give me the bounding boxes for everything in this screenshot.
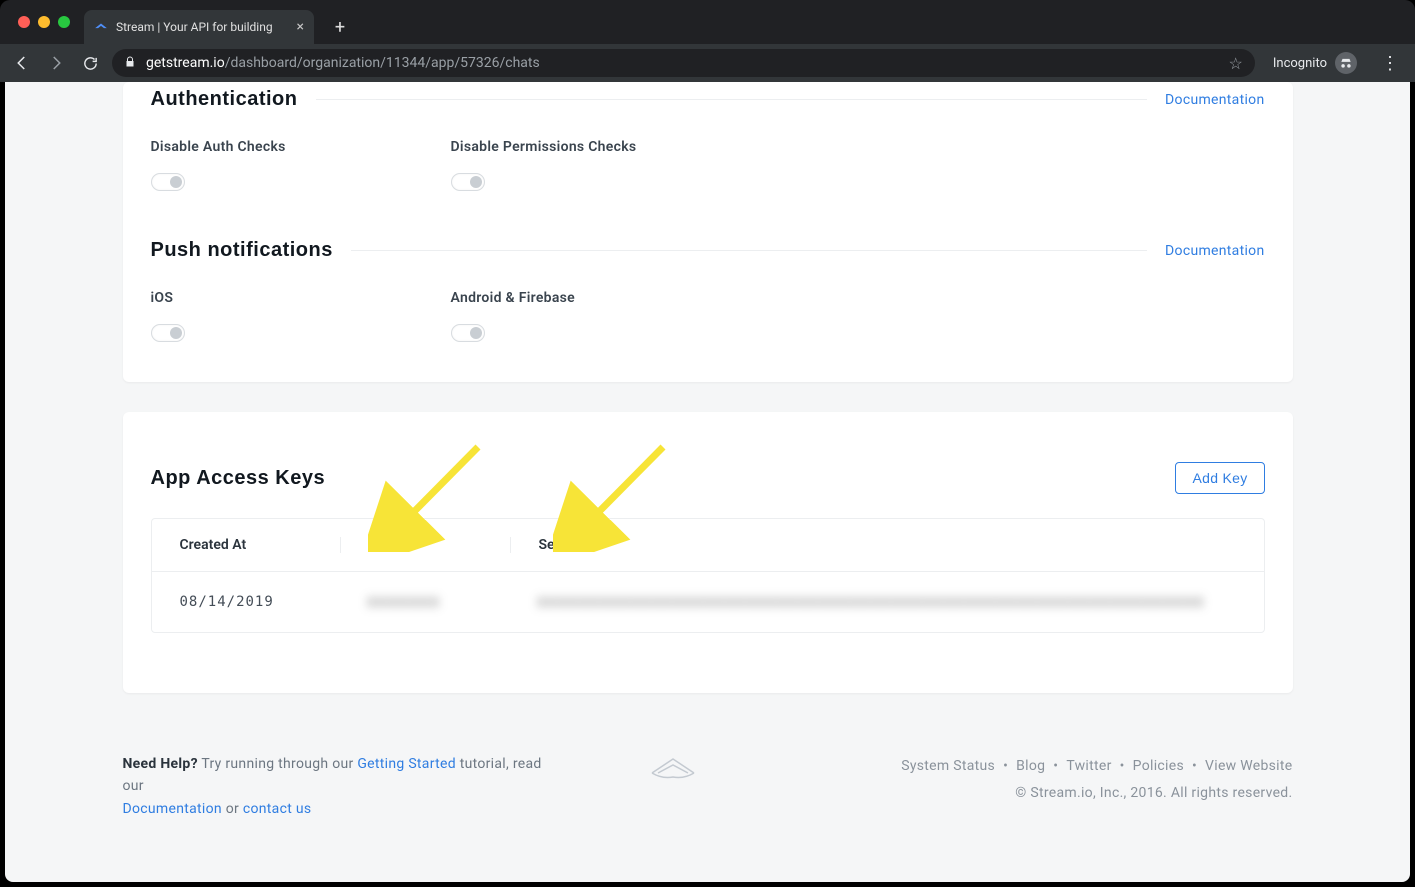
maximize-window-icon[interactable] (58, 16, 70, 28)
need-help-label: Need Help? (123, 756, 198, 772)
minimize-window-icon[interactable] (38, 16, 50, 28)
disable-auth-checks-label: Disable Auth Checks (151, 139, 451, 155)
browser-tab[interactable]: Stream | Your API for building × (84, 10, 314, 44)
push-section-header: Push notifications Documentation (151, 239, 1265, 262)
stream-favicon-icon (94, 20, 108, 34)
back-button[interactable] (10, 51, 34, 75)
keys-table: Created At Key Secret 08/14/2019 xxxxxxx… (151, 518, 1265, 633)
new-tab-button[interactable]: + (326, 13, 354, 41)
close-window-icon[interactable] (18, 16, 30, 28)
disable-auth-checks-toggle[interactable] (151, 173, 185, 191)
close-tab-icon[interactable]: × (297, 19, 304, 35)
created-at-header: Created At (180, 537, 340, 553)
bookmark-star-icon[interactable]: ☆ (1229, 54, 1243, 73)
secret-cell: xxxxxxxxxxxxxxxxxxxxxxxxxxxxxxxxxxxxxxxx… (510, 594, 1236, 610)
reload-button[interactable] (78, 51, 102, 75)
forward-button[interactable] (44, 51, 68, 75)
lock-icon (124, 56, 136, 71)
tab-title: Stream | Your API for building (116, 20, 273, 34)
table-row: 08/14/2019 xxxxxxx xxxxxxxxxxxxxxxxxxxxx… (152, 571, 1264, 632)
tab-strip: Stream | Your API for building × + (0, 0, 1415, 44)
disable-permissions-checks-label: Disable Permissions Checks (451, 139, 751, 155)
auth-documentation-link[interactable]: Documentation (1165, 92, 1264, 108)
browser-toolbar: getstream.io/dashboard/organization/1134… (0, 44, 1415, 82)
view-website-link[interactable]: View Website (1205, 758, 1292, 774)
url-text: getstream.io/dashboard/organization/1134… (146, 55, 540, 71)
authentication-section-header: Authentication Documentation (151, 82, 1265, 111)
push-documentation-link[interactable]: Documentation (1165, 243, 1264, 259)
app-access-keys-title: App Access Keys (151, 467, 326, 490)
blog-link[interactable]: Blog (1016, 758, 1045, 774)
window-traffic-lights[interactable] (18, 16, 70, 28)
twitter-link[interactable]: Twitter (1066, 758, 1111, 774)
key-header: Key (340, 537, 510, 553)
copyright-text: © Stream.io, Inc., 2016. All rights rese… (901, 780, 1292, 807)
page-footer: Need Help? Try running through our Getti… (123, 723, 1293, 880)
policies-link[interactable]: Policies (1133, 758, 1184, 774)
secret-header[interactable]: Secret (510, 537, 1236, 553)
android-push-label: Android & Firebase (451, 290, 751, 306)
system-status-link[interactable]: System Status (901, 758, 995, 774)
push-title: Push notifications (151, 239, 333, 262)
ios-push-label: iOS (151, 290, 451, 306)
add-key-button[interactable]: Add Key (1175, 462, 1264, 494)
created-at-cell: 08/14/2019 (180, 594, 340, 610)
getting-started-link[interactable]: Getting Started (357, 756, 456, 772)
chevron-down-icon (585, 538, 595, 552)
incognito-badge: Incognito (1265, 52, 1365, 74)
browser-menu-button[interactable]: ⋮ (1375, 53, 1405, 74)
android-push-toggle[interactable] (451, 324, 485, 342)
contact-us-link[interactable]: contact us (243, 801, 312, 817)
documentation-link[interactable]: Documentation (123, 801, 222, 817)
address-bar[interactable]: getstream.io/dashboard/organization/1134… (112, 49, 1255, 77)
table-header: Created At Key Secret (152, 519, 1264, 571)
disable-permissions-checks-toggle[interactable] (451, 173, 485, 191)
key-cell: xxxxxxx (340, 594, 510, 610)
authentication-title: Authentication (151, 88, 298, 111)
stream-boat-icon (650, 755, 696, 785)
ios-push-toggle[interactable] (151, 324, 185, 342)
incognito-icon (1335, 52, 1357, 74)
